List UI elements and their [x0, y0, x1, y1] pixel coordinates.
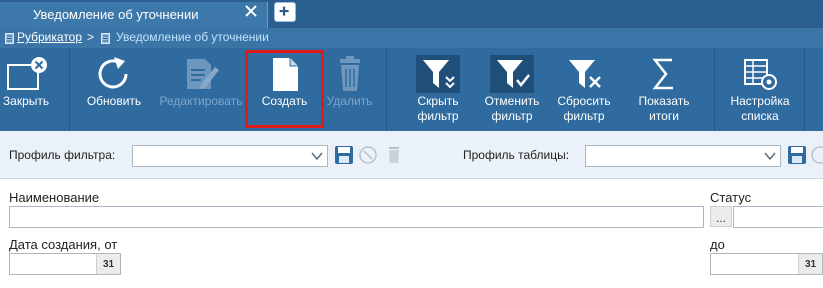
- save-icon[interactable]: [334, 145, 354, 165]
- clear-profile-icon[interactable]: [358, 145, 378, 165]
- cancel-filter-label: Отменить фильтр: [484, 94, 540, 123]
- calendar-icon[interactable]: 31: [96, 254, 120, 274]
- refresh-icon: [98, 57, 128, 89]
- status-input[interactable]: [733, 206, 823, 228]
- cancel-filter-button[interactable]: Отменить фильтр: [480, 48, 544, 131]
- reset-filter-button[interactable]: Сбросить фильтр: [552, 48, 616, 131]
- to-label: до: [710, 237, 725, 252]
- breadcrumb: Рубрикатор > Уведомление об уточнении: [0, 28, 823, 48]
- table-profile-select[interactable]: [585, 145, 781, 167]
- breadcrumb-current: Уведомление об уточнении: [116, 30, 269, 44]
- refresh-button[interactable]: Обновить: [82, 48, 146, 131]
- edit-label: Редактировать: [159, 94, 243, 108]
- table-profile-label: Профиль таблицы:: [463, 148, 570, 162]
- name-input[interactable]: [9, 206, 704, 228]
- status-label: Статус: [710, 190, 752, 205]
- delete-label: Удалить: [326, 94, 373, 108]
- filter-profile-bar: Профиль фильтра: Профиль таблицы:: [0, 131, 823, 179]
- clear-profile-icon[interactable]: [810, 145, 823, 165]
- status-picker-button[interactable]: ...: [710, 206, 732, 227]
- to-date-input[interactable]: 31: [710, 253, 823, 275]
- toolbar-separator: [714, 48, 715, 131]
- trash-icon[interactable]: [384, 145, 404, 165]
- list-settings-button[interactable]: Настройка списка: [724, 48, 796, 131]
- filter-check-icon: [490, 55, 534, 93]
- hide-filter-button[interactable]: Скрыть фильтр: [406, 48, 470, 131]
- filter-profile-label: Профиль фильтра:: [9, 148, 116, 162]
- breadcrumb-root-link[interactable]: Рубрикатор: [17, 30, 82, 44]
- tab-notification[interactable]: Уведомление об уточнении: [0, 2, 268, 28]
- show-totals-label: Показать итоги: [638, 94, 690, 123]
- toolbar-separator: [386, 48, 387, 131]
- tab-strip: Уведомление об уточнении: [0, 0, 823, 28]
- close-icon[interactable]: [243, 3, 259, 19]
- chevron-down-icon: [311, 152, 323, 161]
- filter-reset-icon: [569, 60, 601, 88]
- list-settings-label: Настройка списка: [730, 94, 790, 123]
- toolbar: Закрыть Обновить Редактировать Создать У…: [0, 48, 823, 131]
- sigma-icon: [652, 58, 673, 90]
- plus-icon: [279, 6, 289, 16]
- tab-title: Уведомление об уточнении: [33, 7, 199, 22]
- hide-filter-label: Скрыть фильтр: [417, 94, 459, 123]
- close-window-icon: [7, 57, 47, 90]
- document-icon: [5, 33, 14, 44]
- close-button[interactable]: Закрыть: [0, 48, 52, 131]
- calendar-icon[interactable]: 31: [798, 254, 822, 274]
- filter-hide-icon: [416, 55, 460, 93]
- delete-button[interactable]: Удалить: [322, 48, 377, 131]
- chevron-down-icon: [764, 152, 776, 161]
- trash-icon: [340, 56, 360, 91]
- refresh-label: Обновить: [86, 94, 142, 108]
- show-totals-button[interactable]: Показать итоги: [632, 48, 696, 131]
- add-tab-button[interactable]: [274, 2, 296, 22]
- toolbar-separator: [804, 48, 805, 131]
- table-settings-icon: [744, 59, 777, 90]
- created-from-input[interactable]: 31: [9, 253, 121, 275]
- reset-filter-label: Сбросить фильтр: [557, 94, 611, 123]
- created-from-label: Дата создания, от: [9, 237, 118, 252]
- toolbar-separator: [69, 48, 70, 131]
- save-icon[interactable]: [787, 145, 807, 165]
- edit-document-icon: [187, 59, 219, 89]
- create-button-highlight: [245, 50, 324, 128]
- edit-button[interactable]: Редактировать: [156, 48, 246, 131]
- close-label: Закрыть: [2, 94, 50, 108]
- document-icon: [101, 33, 110, 44]
- name-label: Наименование: [9, 190, 100, 205]
- filter-profile-select[interactable]: [132, 145, 328, 167]
- breadcrumb-separator: >: [87, 30, 95, 44]
